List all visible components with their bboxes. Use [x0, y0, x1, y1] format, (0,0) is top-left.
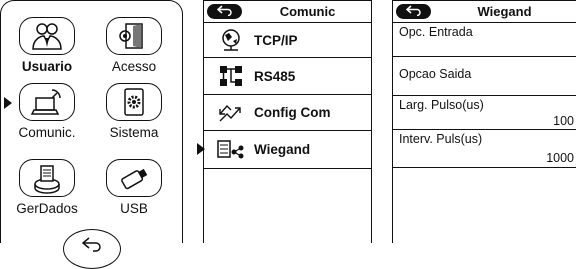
network-nodes-icon	[216, 64, 246, 88]
comm-item-config-com[interactable]: Config Com	[204, 95, 371, 131]
globe-network-icon	[216, 28, 246, 52]
gear-device-icon	[106, 83, 162, 121]
comm-item-tcpip[interactable]: TCP/IP	[204, 23, 371, 58]
satellite-pc-icon	[19, 83, 75, 121]
setting-label: Interv. Puls(us)	[399, 132, 483, 146]
wiegand-row-intervalo-pulso[interactable]: Interv. Puls(us) 1000	[393, 130, 576, 168]
menu-tile-acesso[interactable]: Acesso	[99, 17, 169, 74]
menu-tile-label: Acesso	[111, 59, 157, 74]
screen-title: Wiegand	[477, 4, 532, 19]
return-arrow-icon	[81, 236, 103, 268]
menu-tile-label: USB	[120, 201, 148, 216]
comm-item-label: Wiegand	[254, 142, 311, 157]
screen-header: Comunic	[204, 1, 371, 23]
back-button[interactable]	[396, 4, 431, 19]
wiegand-reader-icon	[216, 138, 246, 162]
back-button[interactable]	[207, 4, 242, 19]
comm-item-label: TCP/IP	[254, 32, 298, 48]
wiegand-row-saida[interactable]: Opcao Saida	[393, 57, 576, 96]
database-icon	[19, 159, 75, 197]
menu-tile-label: Usuario	[21, 59, 73, 74]
screen-title: Comunic	[279, 4, 336, 19]
menu-tile-usuario[interactable]: Usuario	[12, 17, 82, 74]
setting-value: 1000	[546, 151, 574, 165]
menu-tile-label: Sistema	[109, 125, 159, 140]
wiegand-row-largura-pulso[interactable]: Larg. Pulso(us) 100	[393, 96, 576, 130]
setting-label: Opcao Saida	[399, 67, 472, 81]
users-icon	[19, 17, 75, 55]
comm-item-rs485[interactable]: RS485	[204, 58, 371, 95]
wiegand-screen: Wiegand Opc. Entrada Opcao Saida Larg. P…	[392, 0, 576, 243]
setting-label: Opc. Entrada	[399, 25, 473, 39]
transfer-arrows-icon	[216, 101, 246, 125]
door-icon	[106, 17, 162, 55]
selection-pointer-icon	[197, 143, 205, 155]
main-menu-screen: Usuario Acesso Comunic. Sistema GerDados…	[0, 0, 183, 269]
return-arrow-icon	[216, 3, 233, 21]
setting-label: Larg. Pulso(us)	[399, 98, 484, 112]
return-arrow-icon	[405, 3, 422, 21]
comm-item-label: RS485	[254, 68, 296, 84]
wiegand-row-entrada[interactable]: Opc. Entrada	[393, 23, 576, 57]
menu-tile-usb[interactable]: USB	[99, 159, 169, 216]
menu-tile-comunic[interactable]: Comunic.	[12, 83, 82, 140]
menu-tile-sistema[interactable]: Sistema	[99, 83, 169, 140]
menu-tile-label: Comunic.	[18, 125, 76, 140]
screen-header: Wiegand	[393, 1, 576, 23]
selection-pointer-icon	[4, 97, 12, 109]
comm-item-wiegand[interactable]: Wiegand	[204, 131, 371, 169]
comm-item-label: Config Com	[254, 105, 331, 120]
back-button[interactable]	[63, 229, 121, 269]
setting-value: 100	[553, 114, 574, 128]
usb-drive-icon	[106, 159, 162, 197]
comunic-screen: Comunic TCP/IP RS485 Config Com Wiegand	[203, 0, 372, 243]
menu-tile-gerdados[interactable]: GerDados	[12, 159, 82, 216]
menu-tile-label: GerDados	[16, 201, 78, 216]
